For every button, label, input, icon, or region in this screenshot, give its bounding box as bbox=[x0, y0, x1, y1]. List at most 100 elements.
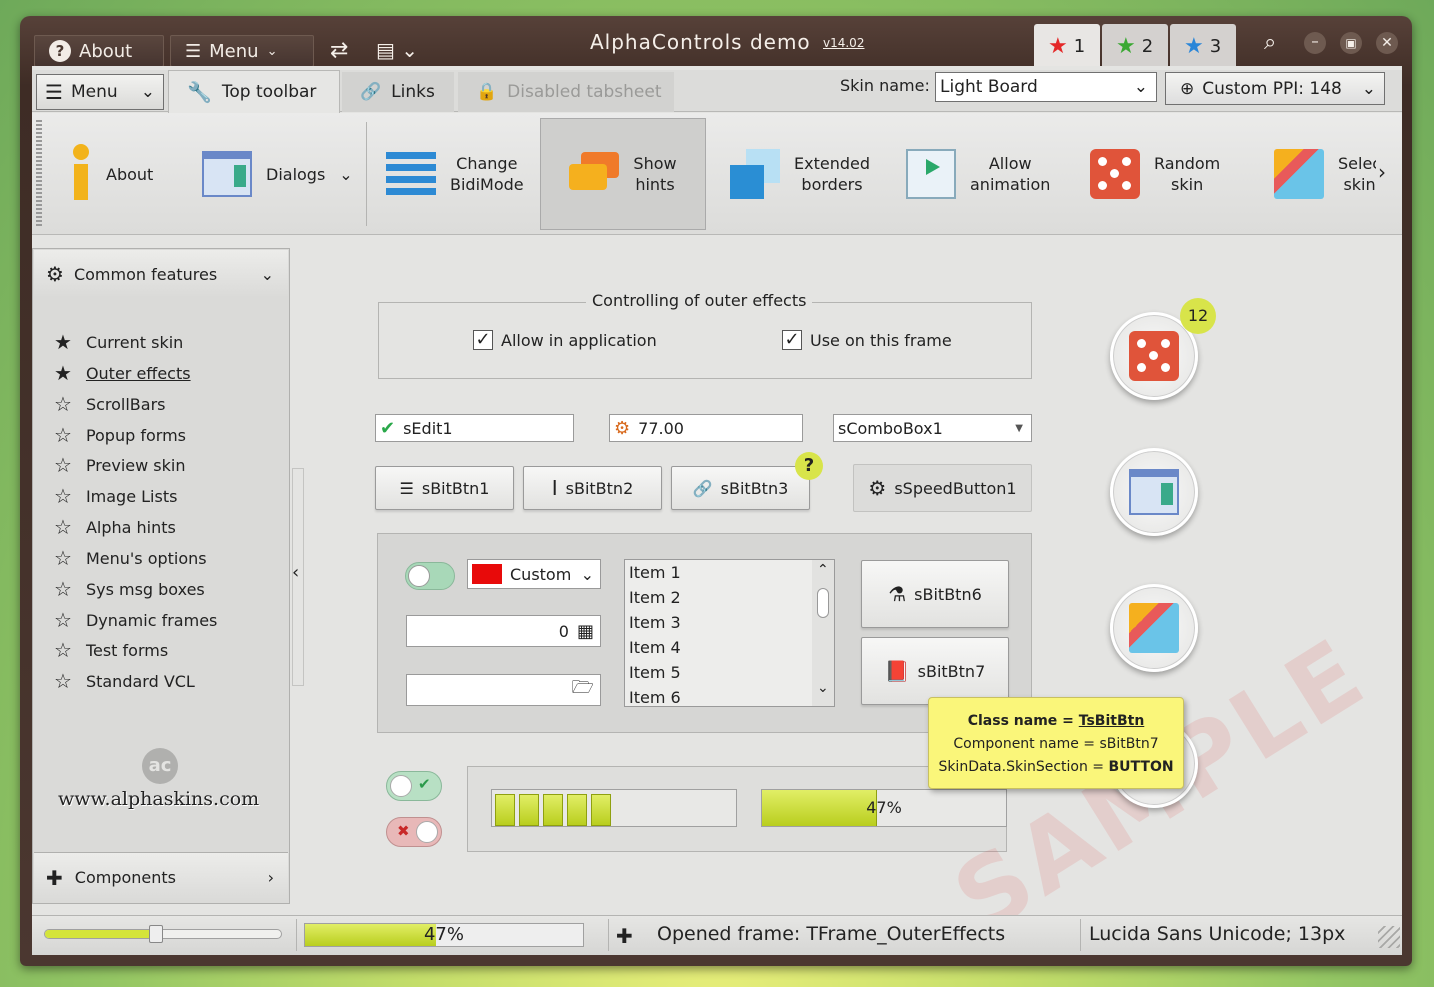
scroll-thumb[interactable] bbox=[817, 588, 829, 618]
chevron-left-icon[interactable]: ‹ bbox=[292, 562, 299, 583]
sbitbtn2[interactable]: IsBitBtn2 bbox=[523, 466, 662, 510]
sidebar-item-test-forms[interactable]: ☆ Test forms bbox=[54, 638, 168, 662]
folder-open-icon: 🗁 bbox=[571, 677, 594, 698]
sidebar-item-popup-forms[interactable]: ☆ Popup forms bbox=[54, 423, 186, 447]
zoom-slider-track[interactable] bbox=[44, 929, 282, 939]
tab-3-label: 3 bbox=[1209, 35, 1222, 57]
sidebar-item-menus-options[interactable]: ☆ Menu's options bbox=[54, 546, 207, 570]
sidebar-item-preview-skin[interactable]: ☆ Preview skin bbox=[54, 453, 186, 477]
calc-edit-value: 0 bbox=[558, 621, 569, 641]
close-icon[interactable]: ✕ bbox=[1376, 32, 1398, 54]
color-combo-value: Custom bbox=[510, 564, 572, 584]
group-title: Controlling of outer effects bbox=[586, 291, 813, 310]
search-icon[interactable]: ⌕ bbox=[1264, 30, 1276, 55]
toolbar-dialogs-label: Dialogs bbox=[266, 164, 326, 184]
toolbar-random-skin[interactable]: Random skin bbox=[1090, 118, 1240, 230]
tab-disabled: 🔒 Disabled tabsheet bbox=[458, 72, 674, 112]
toggle-knob bbox=[408, 565, 430, 587]
tab-top-toolbar[interactable]: 🔧 Top toolbar bbox=[168, 70, 340, 113]
zoom-icon: ⊕ bbox=[1180, 78, 1195, 99]
sspeedbutton1[interactable]: ⚙ sSpeedButton1 bbox=[853, 464, 1032, 512]
hint-section-label: SkinData.SkinSection = bbox=[938, 759, 1109, 775]
toolbar-allow-animation[interactable]: Allow animation bbox=[906, 118, 1066, 230]
help-badge-icon[interactable]: ? bbox=[795, 452, 823, 480]
list-item[interactable]: Item 4 bbox=[625, 635, 834, 660]
toolbar-about[interactable]: About bbox=[70, 118, 190, 230]
zoom-slider-thumb[interactable] bbox=[148, 925, 163, 943]
tab-1[interactable]: ★ 1 bbox=[1034, 24, 1100, 68]
help-circle-icon: ? bbox=[49, 40, 71, 62]
common-features-header[interactable]: ⚙ Common features ⌄ bbox=[34, 250, 288, 298]
sbitbtn7[interactable]: 📕 sBitBtn7 bbox=[861, 637, 1009, 705]
tab-disabled-label: Disabled tabsheet bbox=[507, 82, 662, 102]
sidebar-item-sys-msg-boxes[interactable]: ☆ Sys msg boxes bbox=[54, 577, 205, 601]
dice-icon bbox=[1090, 149, 1140, 199]
toggle-switch[interactable] bbox=[405, 562, 455, 590]
use-on-frame-checkbox[interactable]: ✓ Use on this frame bbox=[782, 330, 952, 350]
site-link[interactable]: www.alphaskins.com bbox=[58, 788, 259, 810]
listbox[interactable]: Item 1 Item 2 Item 3 Item 4 Item 5 Item … bbox=[624, 559, 835, 707]
scombobox1[interactable]: sComboBox1 ▼ bbox=[833, 414, 1032, 442]
sidebar-item-outer-effects[interactable]: ★ Outer effects bbox=[54, 361, 191, 385]
version-link[interactable]: v14.02 bbox=[823, 36, 864, 50]
maximize-icon[interactable]: ▣ bbox=[1340, 32, 1362, 54]
video-window-icon bbox=[906, 149, 956, 199]
star-outline-icon: ☆ bbox=[54, 577, 72, 601]
toolbar-dialogs[interactable]: Dialogs ⌄ bbox=[202, 118, 356, 230]
cross-red-icon: ✖ bbox=[397, 822, 410, 840]
list-item[interactable]: Item 2 bbox=[625, 585, 834, 610]
star-outline-icon: ☆ bbox=[54, 453, 72, 477]
components-header[interactable]: ✚ Components › bbox=[34, 852, 288, 902]
window-title: AlphaControls demo bbox=[590, 30, 811, 54]
toggle-off[interactable]: ✖ bbox=[386, 817, 442, 847]
about-title-button[interactable]: ? About bbox=[34, 35, 164, 67]
sidebar-item-current-skin[interactable]: ★ Current skin bbox=[54, 330, 183, 354]
chevron-right-icon[interactable]: › bbox=[1378, 160, 1386, 184]
sidebar-item-standard-vcl[interactable]: ☆ Standard VCL bbox=[54, 669, 195, 693]
list-window-icon[interactable]: ▤ ⌄ bbox=[376, 38, 418, 62]
listbox-scrollbar[interactable]: ⌃ ⌄ bbox=[812, 560, 834, 706]
sedit1-field[interactable]: ✔ sEdit1 bbox=[375, 414, 574, 442]
sidebar-item-scrollbars[interactable]: ☆ ScrollBars bbox=[54, 392, 166, 416]
tab-2[interactable]: ★ 2 bbox=[1102, 24, 1168, 68]
sidebar-item-image-lists[interactable]: ☆ Image Lists bbox=[54, 484, 177, 508]
skin-name-combo[interactable]: Light Board ⌄ bbox=[935, 72, 1157, 102]
list-item[interactable]: Item 1 bbox=[625, 560, 834, 585]
allow-in-application-checkbox[interactable]: ✓ Allow in application bbox=[473, 330, 657, 350]
dialogs-circle[interactable] bbox=[1110, 448, 1198, 536]
tab-3[interactable]: ★ 3 bbox=[1170, 24, 1236, 68]
calc-edit[interactable]: 0 ▦ bbox=[406, 615, 601, 647]
menu-dropdown-label: Menu bbox=[70, 82, 118, 102]
toggle-knob bbox=[390, 775, 412, 797]
list-item[interactable]: Item 6 bbox=[625, 685, 834, 706]
sidebar-item-alpha-hints[interactable]: ☆ Alpha hints bbox=[54, 515, 176, 539]
sbitbtn3[interactable]: 🔗 sBitBtn3 bbox=[671, 466, 810, 510]
tab-links[interactable]: 🔗 Links bbox=[342, 72, 454, 112]
list-item[interactable]: Item 5 bbox=[625, 660, 834, 685]
color-combo[interactable]: Custom ⌄ bbox=[467, 559, 601, 589]
currency-field[interactable]: ⚙ 77.00 bbox=[609, 414, 803, 442]
size-grip[interactable] bbox=[1378, 926, 1400, 948]
chevron-down-icon: ⌄ bbox=[1133, 77, 1148, 97]
custom-ppi-combo[interactable]: ⊕ Custom PPI: 148 ⌄ bbox=[1165, 72, 1385, 105]
segmented-progress bbox=[491, 789, 737, 827]
toolbar-extended-borders[interactable]: Extended borders bbox=[730, 118, 890, 230]
toolbar-grip[interactable] bbox=[36, 120, 42, 226]
sidebar-item-dynamic-frames[interactable]: ☆ Dynamic frames bbox=[54, 608, 217, 632]
toolbar-select-skin[interactable]: Selec skin bbox=[1274, 118, 1376, 230]
hint-section-value: BUTTON bbox=[1108, 759, 1174, 775]
sbitbtn1[interactable]: ☰ sBitBtn1 bbox=[375, 466, 514, 510]
minimize-icon[interactable]: – bbox=[1304, 32, 1326, 54]
sidebar-item-label: ScrollBars bbox=[85, 394, 166, 414]
select-skin-circle[interactable] bbox=[1110, 584, 1198, 672]
swap-arrows-icon[interactable]: ⇄ bbox=[330, 38, 348, 63]
toolbar-bidimode[interactable]: Change BidiMode bbox=[386, 118, 532, 230]
menu-title-button[interactable]: ☰ Menu ⌄ bbox=[170, 35, 314, 67]
toggle-on[interactable]: ✔ bbox=[386, 771, 442, 801]
hint-section-line: SkinData.SkinSection = BUTTON bbox=[929, 756, 1183, 779]
sbitbtn6[interactable]: ⚗ sBitBtn6 bbox=[861, 560, 1009, 628]
list-item[interactable]: Item 3 bbox=[625, 610, 834, 635]
directory-edit[interactable]: 🗁 bbox=[406, 674, 601, 706]
toolbar-show-hints[interactable]: Show hints bbox=[540, 118, 706, 230]
menu-dropdown[interactable]: ☰ Menu ⌄ bbox=[36, 74, 164, 110]
